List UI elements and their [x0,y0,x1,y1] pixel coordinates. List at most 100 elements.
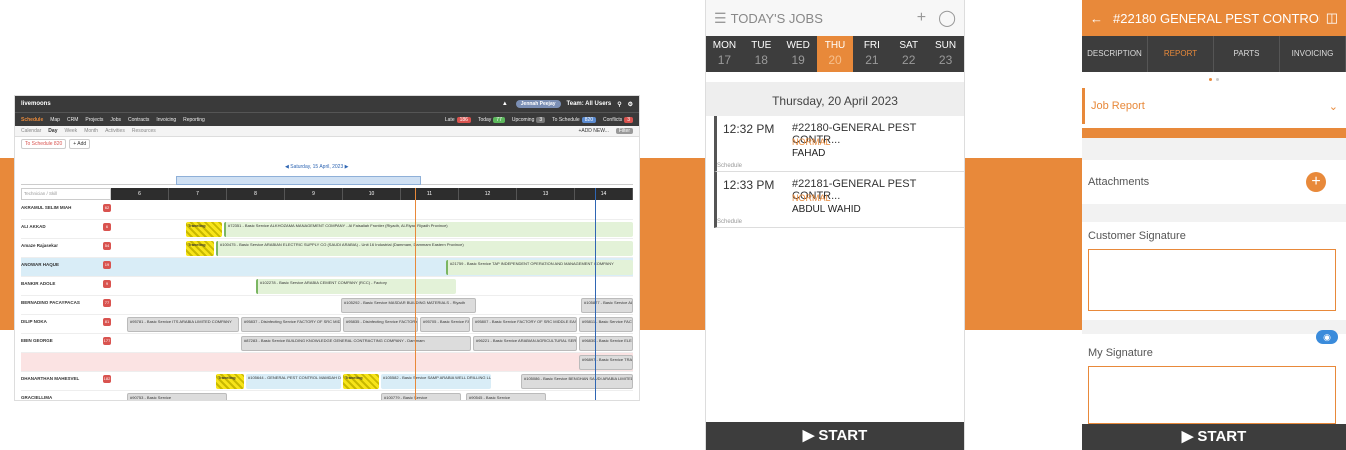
job-block[interactable]: #90753 - Basic Service [127,393,227,400]
day-wed[interactable]: WED 19 [780,36,817,72]
add-button[interactable]: + Add [69,139,91,149]
menu-crm[interactable]: CRM [67,117,78,123]
job-block[interactable]: #96221 - Basic Service ARABIAN AGRICULTU… [473,336,577,351]
tab-description[interactable]: DESCRIPTION [1082,36,1148,72]
team-select[interactable]: Team: All Users [567,101,612,107]
job-block[interactable]: #105292 - Basic Service MASDAR BUILDING … [341,298,476,313]
status-today[interactable]: Today 77 [478,116,505,123]
menu-contracts[interactable]: Contracts [128,117,149,123]
tab-invoicing[interactable]: INVOICING [1280,36,1346,72]
tab-parts[interactable]: PARTS [1214,36,1280,72]
technician-name[interactable]: ANOWAR HAQUE [21,262,101,267]
job-block[interactable]: #105877 - Basic Service AL SALEM AR CONS… [581,298,633,313]
bell-icon[interactable]: ▲ [502,101,508,107]
job-block[interactable]: #95837 - Disinfecting Service FACTORY OF… [241,317,341,332]
job-block[interactable]: #96830 - Basic Service ELECTRICAL AUTOMA… [579,336,633,351]
attachments-label: Attachments [1088,176,1150,188]
technician-name[interactable]: BERNADINO PACAYPACAS [21,300,101,305]
orange-band-left [0,158,14,330]
technician-name[interactable]: DILIP NOKA [21,319,101,324]
attachments-section[interactable]: Attachments + [1082,160,1346,204]
job-block[interactable]: #100779 - Basic Service [381,393,461,400]
gear-icon[interactable]: ⚙ [628,101,633,108]
eye-icon[interactable]: ◉ [1316,330,1338,344]
tab-week[interactable]: Week [64,128,77,134]
job-block[interactable]: #95835 - Disinfecting Service FACTORY OF… [343,317,418,332]
hours-row: 6 7 8 9 10 11 12 13 14 [111,188,633,200]
job-block[interactable]: #105086 - Basic Service BENGHAN SAUDI AR… [521,374,633,389]
menu-schedule[interactable]: Schedule [21,117,43,123]
add-icon[interactable]: + [917,9,926,27]
status-late[interactable]: Late 186 [445,116,471,123]
menu-invoicing[interactable]: Invoicing [156,117,176,123]
tab-month[interactable]: Month [84,128,98,134]
job-block[interactable]: #90545 - Basic Service [466,393,546,400]
technician-row: EBIN GEORGE 177 #87283 - Basic Service B… [21,334,633,353]
status-conflicts[interactable]: Conflicts 3 [603,116,633,123]
day-thu[interactable]: THU 20 [816,36,854,72]
technician-name[interactable]: EBIN GEORGE [21,338,101,343]
document-icon[interactable]: ◫ [1326,10,1338,26]
job-block[interactable]: #95811 - Basic Service FACTORY OF SRC MI… [579,317,633,332]
range-selection[interactable] [176,176,421,185]
customer-signature-pad[interactable] [1088,249,1336,311]
job-block[interactable]: #102278 - Basic Service ARABIA CEMENT CO… [256,279,456,294]
day-mon[interactable]: MON 17 [706,36,743,72]
search-icon[interactable]: ⚲ [617,101,621,108]
time-range-slider[interactable] [21,176,633,185]
hamburger-menu-icon[interactable]: ☰ [714,10,727,27]
day-sat[interactable]: SAT 22 [890,36,927,72]
job-block[interactable]: #100475 - Basic Service ARABIAN ELECTRIC… [216,241,633,256]
technician-name[interactable]: BANKIR ADOLE [21,281,101,286]
job-block[interactable]: #95705 - Basic Service FACTORY OF SRC [420,317,470,332]
job-block[interactable]: #105582 - Basic Service SAMP ARABIA WELL… [381,374,491,389]
status-to-schedule[interactable]: To Schedule 820 [552,116,597,123]
menu-jobs[interactable]: Jobs [110,117,121,123]
traveling-block[interactable]: Traveling [186,222,222,237]
menu-reporting[interactable]: Reporting [183,117,205,123]
page-indicator [1082,72,1346,86]
technician-name[interactable]: AKRAMUL SELIM MIAH [21,205,101,210]
refresh-icon[interactable]: ◯ [938,8,956,28]
add-new-button[interactable]: +ADD NEW... [578,128,608,134]
technician-name[interactable]: ALI AKKAD [21,224,101,229]
tab-calendar[interactable]: Calendar [21,128,41,134]
user-pill[interactable]: Jennah Peejay [515,100,561,108]
add-attachment-icon[interactable]: + [1306,172,1326,192]
job-block[interactable]: #95781 - Basic Service ITS ARABIA LIMITE… [127,317,239,332]
to-schedule-button[interactable]: To Schedule 820 [21,139,67,149]
job-block[interactable]: #105644 - GENERAL PEST CONTROL MAMDAH DR… [246,374,341,389]
day-sun[interactable]: SUN 23 [927,36,964,72]
job-block[interactable]: #21759 - Basic Service TAP INDEPENDENT O… [446,260,633,275]
technician-name[interactable]: DHANARTHAN MAHESVEL [21,376,101,381]
start-button[interactable]: ▶ START [706,422,964,450]
tab-activities[interactable]: Activities [105,128,125,134]
date-control[interactable]: ◀ Saturday, 15 April, 2023 ▶ [285,164,348,170]
back-arrow-icon[interactable]: ← [1090,11,1103,26]
tab-day[interactable]: Day [48,128,57,134]
traveling-block[interactable]: Traveling [216,374,244,389]
traveling-block[interactable]: Traveling [343,374,379,389]
menu-projects[interactable]: Projects [85,117,103,123]
job-block[interactable]: #95807 - Basic Service FACTORY OF SRC MI… [472,317,577,332]
start-button[interactable]: ▶ START [1082,424,1346,450]
day-tue[interactable]: TUE 18 [743,36,780,72]
technician-search[interactable]: Technician / Skill [21,188,111,200]
job-report-section[interactable]: Job Report ⌄ [1082,88,1346,124]
technician-name[interactable]: GRACIELLIMA [21,395,101,400]
tab-report[interactable]: REPORT [1148,36,1214,72]
technician-name[interactable]: Amaze Rajasekar [21,243,101,248]
status-upcoming[interactable]: Upcoming 3 [512,116,546,123]
job-block[interactable]: #87283 - Basic Service BUILDING KNOWLEDG… [241,336,471,351]
job-block[interactable]: #72351 - Basic Service ALKHOZAMA MANAGEM… [224,222,633,237]
my-signature-pad[interactable] [1088,366,1336,424]
job-card[interactable]: 12:33 PM Schedule #22181-GENERAL PEST CO… [714,172,964,228]
traveling-block[interactable]: Traveling [186,241,214,256]
job-block[interactable]: #96897 - Basic Service TRAP WELL SERVICE… [579,355,633,370]
section-gap [1082,204,1346,222]
day-fri[interactable]: FRI 21 [853,36,890,72]
job-card[interactable]: 12:32 PM Schedule #22180-GENERAL PEST CO… [714,116,964,172]
filter-button[interactable]: Filter [615,128,633,134]
menu-map[interactable]: Map [50,117,60,123]
tab-resources[interactable]: Resources [132,128,156,134]
